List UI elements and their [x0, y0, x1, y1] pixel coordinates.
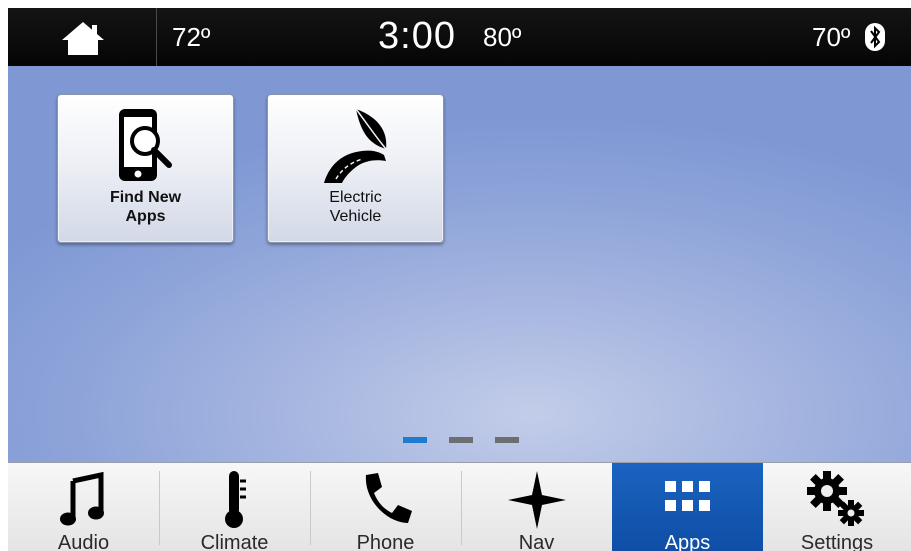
- nav-label: Audio: [57, 532, 110, 551]
- status-bar: 72º 3:00 80º 70º: [8, 8, 911, 66]
- bottom-nav: Audio Climate Phone Nav Apps Settings: [8, 462, 911, 551]
- compass-star-icon: [507, 471, 566, 529]
- music-note-icon: [59, 471, 104, 526]
- outside-temperature: 80º: [483, 22, 522, 52]
- label-line: Find New: [109, 189, 182, 206]
- apps-page: Find New Apps Electric Vehicle: [8, 66, 911, 462]
- bluetooth-icon: [865, 23, 885, 51]
- find-new-apps-tile[interactable]: Find New Apps: [57, 94, 234, 243]
- leaf-road-icon: [323, 108, 387, 183]
- page-dot-2[interactable]: [449, 437, 473, 443]
- electric-vehicle-label: Electric Vehicle: [268, 188, 443, 226]
- sync-screen: 72º 3:00 80º 70º Find New Apps Electric …: [8, 8, 911, 551]
- nav-label: Phone: [356, 532, 415, 551]
- find-new-apps-label: Find New Apps: [58, 188, 233, 226]
- label-line: Electric: [329, 189, 382, 206]
- phone-handset-icon: [365, 473, 412, 523]
- thermometer-icon: [224, 471, 246, 528]
- label-line: Vehicle: [329, 208, 382, 225]
- nav-label: Apps: [664, 532, 711, 551]
- nav-label: Nav: [518, 532, 555, 551]
- page-dot-3[interactable]: [495, 437, 519, 443]
- nav-label: Settings: [800, 532, 874, 551]
- nav-phone[interactable]: Phone: [310, 463, 461, 551]
- nav-climate[interactable]: Climate: [159, 463, 310, 551]
- electric-vehicle-tile[interactable]: Electric Vehicle: [267, 94, 444, 243]
- phone-search-icon: [118, 109, 172, 181]
- status-divider: [156, 8, 157, 66]
- gears-icon: [807, 471, 864, 526]
- label-line: Apps: [125, 208, 166, 225]
- nav-nav[interactable]: Nav: [461, 463, 612, 551]
- nav-settings[interactable]: Settings: [763, 463, 911, 551]
- nav-audio[interactable]: Audio: [8, 463, 159, 551]
- nav-label: Climate: [200, 532, 269, 551]
- apps-grid-icon: [664, 481, 710, 511]
- passenger-temperature[interactable]: 70º: [812, 21, 850, 53]
- driver-temperature[interactable]: 72º: [172, 21, 210, 53]
- clock: 3:00: [378, 15, 456, 57]
- home-icon[interactable]: [60, 20, 106, 56]
- nav-apps[interactable]: Apps: [612, 463, 763, 551]
- page-dot-1[interactable]: [403, 437, 427, 443]
